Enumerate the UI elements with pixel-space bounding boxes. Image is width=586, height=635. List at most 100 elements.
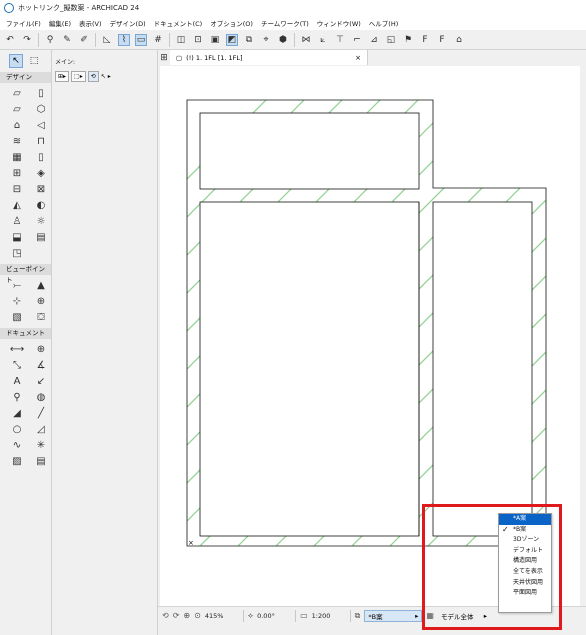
flag-icon[interactable]: ⚑	[402, 34, 414, 46]
undo-icon[interactable]: ↶	[4, 34, 16, 46]
measure-icon[interactable]: ⌖	[260, 34, 272, 46]
dropdown-option[interactable]: ✓ *B案	[499, 525, 551, 536]
zone-tool-icon[interactable]: ⊠	[32, 183, 50, 196]
label-tool-icon[interactable]: ↙	[32, 375, 50, 388]
grid-element-tool-icon[interactable]: ⚲	[8, 391, 26, 404]
dropdown-option[interactable]: デフォルト	[499, 546, 551, 557]
layer-combination-select[interactable]: *B案 ▸	[364, 609, 423, 622]
favorite-settings-icon[interactable]: F	[436, 34, 448, 46]
home-icon[interactable]: ⌂	[453, 34, 465, 46]
arrow-tool-icon[interactable]: ↖	[9, 54, 23, 68]
object-tool-icon[interactable]: ⊟	[8, 183, 26, 196]
angle-dimension-tool-icon[interactable]: ∡	[32, 359, 50, 372]
stair-tool-icon[interactable]: ≋	[8, 135, 26, 148]
drawing-scale[interactable]: 1:200	[312, 612, 346, 620]
mesh-tool-icon[interactable]: ◭	[8, 199, 26, 212]
figure-tool-icon[interactable]: ▨	[8, 455, 26, 468]
close-icon[interactable]: ×	[355, 54, 361, 62]
camera-tool-icon[interactable]: ⛋	[32, 311, 50, 324]
corner-window-tool-icon[interactable]: ▤	[32, 231, 50, 244]
rotate-view-icon[interactable]: ⟡	[248, 611, 257, 621]
menu-view[interactable]: 表示(V)	[79, 18, 102, 28]
window-tool-icon[interactable]: ⊞	[8, 167, 26, 180]
eyedropper-icon[interactable]: ✎	[61, 34, 73, 46]
railing-tool-icon[interactable]: ⊓	[32, 135, 50, 148]
toolbox-section-viewpoint[interactable]: ビューポイント	[0, 264, 51, 284]
tab-floor-plan[interactable]: ▢ (!) 1. 1FL [1. 1FL] ×	[170, 50, 368, 65]
view-angle[interactable]: 0.00°	[257, 612, 291, 620]
menu-design[interactable]: デザイン(D)	[110, 18, 146, 28]
skylight-tool-icon[interactable]: ◈	[32, 167, 50, 180]
zoom-level[interactable]: 415%	[205, 612, 239, 620]
pick-up-icon[interactable]: ⚲	[44, 34, 56, 46]
3d-view-icon[interactable]: ⬢	[277, 34, 289, 46]
grid-snap-icon[interactable]: #	[152, 34, 164, 46]
circle-tool-icon[interactable]: ○	[8, 423, 26, 436]
shell-tool-icon[interactable]: ◁	[32, 119, 50, 132]
morph-tool-icon[interactable]: ◐	[32, 199, 50, 212]
marquee-shape-icon[interactable]: ⬚▸	[71, 71, 86, 82]
menu-options[interactable]: オプション(O)	[210, 18, 253, 28]
model-view-select[interactable]: モデル全体 ▸	[438, 610, 490, 622]
redo-view-icon[interactable]: ⟳	[173, 611, 184, 620]
undo-view-icon[interactable]: ⟲	[162, 611, 173, 620]
menu-teamwork[interactable]: チームワーク(T)	[261, 18, 309, 28]
trace-icon[interactable]: ◩	[226, 33, 238, 46]
worksheet-tool-icon[interactable]: ⊕	[32, 295, 50, 308]
intersect-icon[interactable]: ⊤	[334, 34, 346, 46]
zoom-fit-icon[interactable]: ⊙	[194, 611, 205, 620]
line-tool-icon[interactable]: ╱	[32, 407, 50, 420]
dropdown-option[interactable]: 3Dゾーン	[499, 535, 551, 546]
geometry-method-icon[interactable]: ⊞▸	[55, 71, 70, 82]
text-tool-icon[interactable]: A	[8, 375, 26, 388]
spline-tool-icon[interactable]: ∿	[8, 439, 26, 452]
mirror-icon[interactable]: ◱	[385, 34, 397, 46]
rotate-selection-icon[interactable]: ⟲	[87, 71, 99, 82]
group-icon[interactable]: ◫	[175, 34, 187, 46]
dimension-tool-icon[interactable]: ⟷	[8, 343, 26, 356]
fill-tool-icon[interactable]: ◢	[8, 407, 26, 420]
column-tool-icon[interactable]: ▯	[32, 87, 50, 100]
interior-elevation-tool-icon[interactable]: ⊹	[8, 295, 26, 308]
slab-tool-icon[interactable]: ⬡	[32, 103, 50, 116]
dropdown-option[interactable]: 平面図用	[499, 588, 551, 599]
roof-tool-icon[interactable]: ⌂	[8, 119, 26, 132]
redo-icon[interactable]: ↷	[21, 34, 33, 46]
curtain-wall-tool-icon[interactable]: ▦	[8, 151, 26, 164]
toolbox-section-document[interactable]: ドキュメント	[0, 328, 51, 339]
detail-tool-icon[interactable]: ▧	[8, 311, 26, 324]
menu-window[interactable]: ウィンドウ(W)	[317, 18, 361, 28]
toolbox-section-design[interactable]: デザイン	[0, 72, 51, 83]
zoom-in-icon[interactable]: ⊕	[183, 611, 194, 620]
polyline-tool-icon[interactable]: ◿	[32, 423, 50, 436]
radial-dimension-tool-icon[interactable]: ⤡	[8, 359, 26, 372]
section-tool-icon[interactable]: ⤚	[8, 279, 26, 292]
marquee-tool-icon[interactable]: ⬚	[27, 54, 41, 68]
offset-icon[interactable]: ⊿	[368, 34, 380, 46]
dropdown-option[interactable]: 全てを表示	[499, 567, 551, 578]
wall-end-tool-icon[interactable]: ⬓	[8, 231, 26, 244]
lamp-tool-icon[interactable]: ♙	[8, 215, 26, 228]
select-all-icon[interactable]: ▣	[209, 34, 221, 46]
lock-icon[interactable]: ⊡	[192, 34, 204, 46]
elevation-tool-icon[interactable]: ▲	[32, 279, 50, 292]
dropdown-option[interactable]: *A案	[499, 514, 551, 525]
tab-grid-icon[interactable]: ⊞	[158, 52, 170, 64]
chevron-right-icon[interactable]: ▸	[108, 73, 111, 80]
menu-file[interactable]: ファイル(F)	[6, 18, 41, 28]
hotspot-tool-icon[interactable]: ✳	[32, 439, 50, 452]
layer-settings-icon[interactable]: ⧉	[243, 34, 255, 46]
dropdown-option[interactable]: 天井伏図用	[499, 578, 551, 589]
adjust-icon[interactable]: ⟀	[317, 34, 329, 46]
wall-tool-icon[interactable]: ▱	[8, 87, 26, 100]
snap-icon[interactable]: ⌇	[118, 33, 130, 46]
guide-line-icon[interactable]: ◺	[101, 34, 113, 46]
light-tool-icon[interactable]: ☼	[32, 215, 50, 228]
drawing-tool-icon[interactable]: ▤	[32, 455, 50, 468]
split-icon[interactable]: ⋈	[300, 34, 312, 46]
level-dimension-tool-icon[interactable]: ⊕	[32, 343, 50, 356]
fillet-icon[interactable]: ⌐	[351, 34, 363, 46]
opening-tool-icon[interactable]: ◳	[8, 247, 26, 260]
favorite-icon[interactable]: F	[419, 34, 431, 46]
menu-help[interactable]: ヘルプ(H)	[369, 18, 398, 28]
